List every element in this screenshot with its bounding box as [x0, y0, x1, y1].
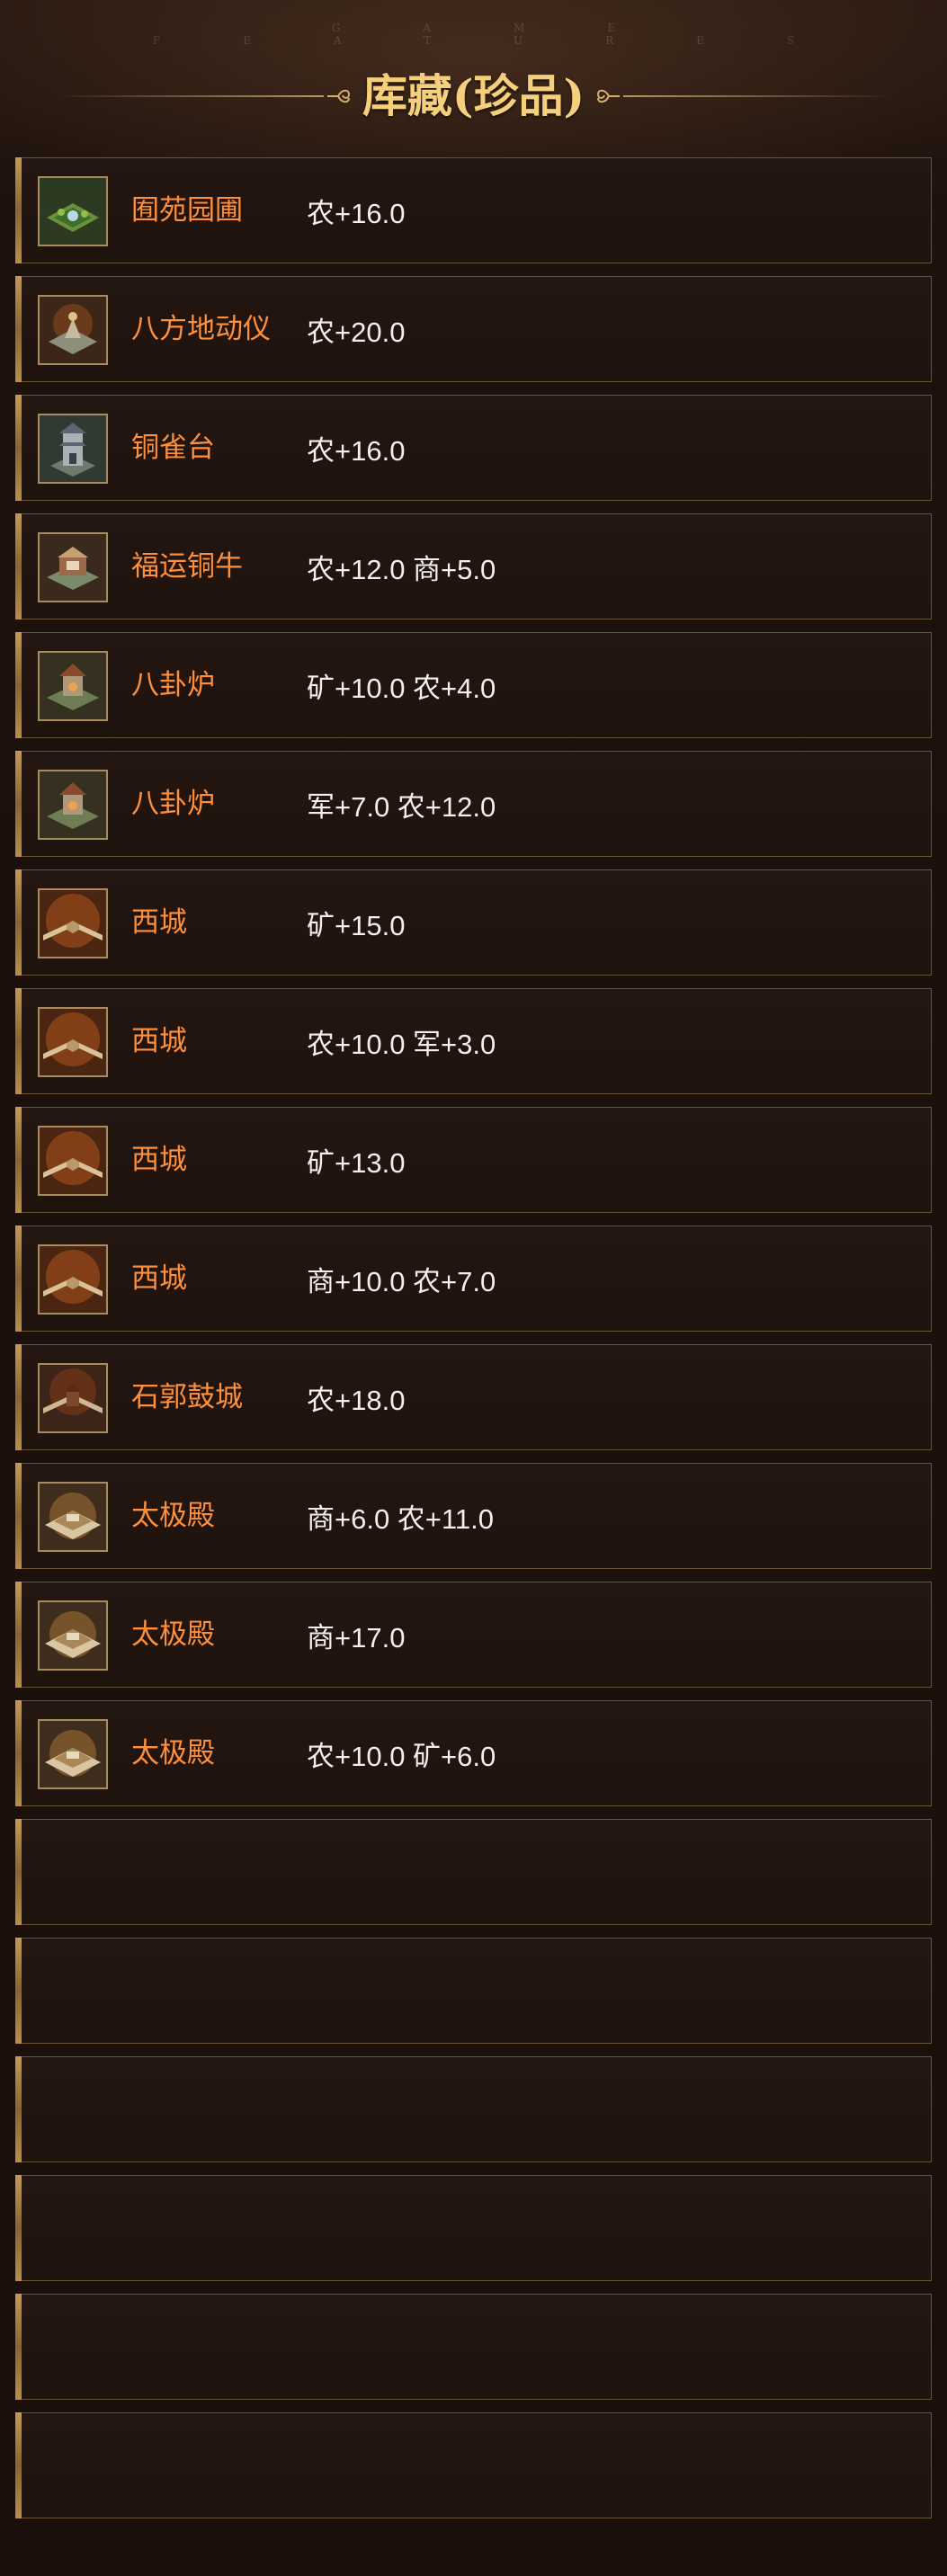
list-item[interactable]: 西城 矿+15.0	[15, 869, 932, 976]
item-attributes: 商+6.0 农+11.0	[307, 1503, 494, 1535]
row-accent-bar	[15, 751, 22, 857]
list-item[interactable]: 铜雀台 农+16.0	[15, 395, 932, 501]
city-wall-icon	[38, 888, 108, 958]
list-item[interactable]: 太极殿 农+10.0 矿+6.0	[15, 1700, 932, 1806]
row-accent-bar	[15, 632, 22, 738]
item-name: 福运铜牛	[131, 550, 243, 582]
item-attributes: 矿+13.0	[307, 1147, 406, 1179]
list-item[interactable]: 囿苑园圃 农+16.0	[15, 157, 932, 263]
item-attributes: 商+17.0	[307, 1622, 406, 1653]
item-name: 铜雀台	[131, 432, 215, 463]
row-accent-bar	[15, 513, 22, 619]
seismograph-icon	[38, 295, 108, 365]
list-item[interactable]: 石郭鼓城 农+18.0	[15, 1344, 932, 1450]
furnace-icon	[38, 770, 108, 840]
header-subtitle: GAME FEATURES	[152, 22, 878, 47]
item-name: 石郭鼓城	[131, 1381, 243, 1413]
page-title: 库藏(珍品)	[362, 69, 585, 122]
item-name: 太极殿	[131, 1500, 215, 1531]
furnace-icon	[38, 651, 108, 721]
empty-slot[interactable]	[15, 1819, 932, 1925]
list-item[interactable]: 太极殿 商+6.0 农+11.0	[15, 1463, 932, 1569]
item-attributes: 军+7.0 农+12.0	[307, 791, 496, 823]
city-wall-icon	[38, 1244, 108, 1315]
row-accent-bar	[15, 2294, 22, 2400]
list-item[interactable]: 太极殿 商+17.0	[15, 1582, 932, 1688]
row-accent-bar	[15, 1700, 22, 1806]
item-attributes: 农+10.0 军+3.0	[307, 1029, 496, 1060]
row-accent-bar	[15, 395, 22, 501]
empty-slot[interactable]	[15, 2412, 932, 2518]
item-name: 囿苑园圃	[131, 194, 243, 226]
list-item[interactable]: 八方地动仪 农+20.0	[15, 276, 932, 382]
row-accent-bar	[15, 1938, 22, 2044]
row-accent-bar	[15, 157, 22, 263]
item-name: 西城	[131, 1262, 187, 1294]
garden-icon	[38, 176, 108, 246]
item-name: 八卦炉	[131, 788, 215, 819]
empty-slot[interactable]	[15, 2056, 932, 2162]
drum-city-icon	[38, 1363, 108, 1433]
row-accent-bar	[15, 276, 22, 382]
row-accent-bar	[15, 1582, 22, 1688]
title-banner: 库藏(珍品)	[0, 65, 947, 128]
item-attributes: 商+10.0 农+7.0	[307, 1266, 496, 1297]
item-name: 西城	[131, 906, 187, 938]
list-item[interactable]: 八卦炉 矿+10.0 农+4.0	[15, 632, 932, 738]
row-accent-bar	[15, 1107, 22, 1213]
item-name: 西城	[131, 1144, 187, 1175]
row-accent-bar	[15, 2412, 22, 2518]
empty-slot[interactable]	[15, 2294, 932, 2400]
item-attributes: 农+16.0	[307, 435, 406, 467]
tower-icon	[38, 414, 108, 484]
city-wall-icon	[38, 1126, 108, 1196]
item-attributes: 农+20.0	[307, 316, 406, 348]
item-attributes: 农+12.0 商+5.0	[307, 554, 496, 585]
row-accent-bar	[15, 2175, 22, 2281]
list-item[interactable]: 西城 商+10.0 农+7.0	[15, 1226, 932, 1332]
list-item[interactable]: 八卦炉 军+7.0 农+12.0	[15, 751, 932, 857]
empty-slot[interactable]	[15, 2175, 932, 2281]
list-item[interactable]: 西城 农+10.0 军+3.0	[15, 988, 932, 1094]
row-accent-bar	[15, 869, 22, 976]
row-accent-bar	[15, 1344, 22, 1450]
row-accent-bar	[15, 2056, 22, 2162]
city-wall-icon	[38, 1007, 108, 1077]
header: GAME FEATURES 库藏(珍品)	[0, 0, 947, 153]
item-attributes: 农+18.0	[307, 1385, 406, 1416]
palace-icon	[38, 1482, 108, 1552]
item-attributes: 农+10.0 矿+6.0	[307, 1741, 496, 1772]
item-attributes: 矿+15.0	[307, 910, 406, 941]
item-name: 八卦炉	[131, 669, 215, 700]
item-name: 西城	[131, 1025, 187, 1056]
item-attributes: 农+16.0	[307, 198, 406, 229]
empty-slot[interactable]	[15, 1938, 932, 2044]
item-name: 太极殿	[131, 1618, 215, 1650]
palace-icon	[38, 1719, 108, 1789]
bronze-ox-icon	[38, 532, 108, 602]
row-accent-bar	[15, 1463, 22, 1569]
row-accent-bar	[15, 1226, 22, 1332]
list-item[interactable]: 福运铜牛 农+12.0 商+5.0	[15, 513, 932, 619]
row-accent-bar	[15, 1819, 22, 1925]
item-name: 八方地动仪	[131, 313, 271, 344]
row-accent-bar	[15, 988, 22, 1094]
palace-icon	[38, 1600, 108, 1671]
item-name: 太极殿	[131, 1737, 215, 1769]
list-item[interactable]: 西城 矿+13.0	[15, 1107, 932, 1213]
item-attributes: 矿+10.0 农+4.0	[307, 673, 496, 704]
